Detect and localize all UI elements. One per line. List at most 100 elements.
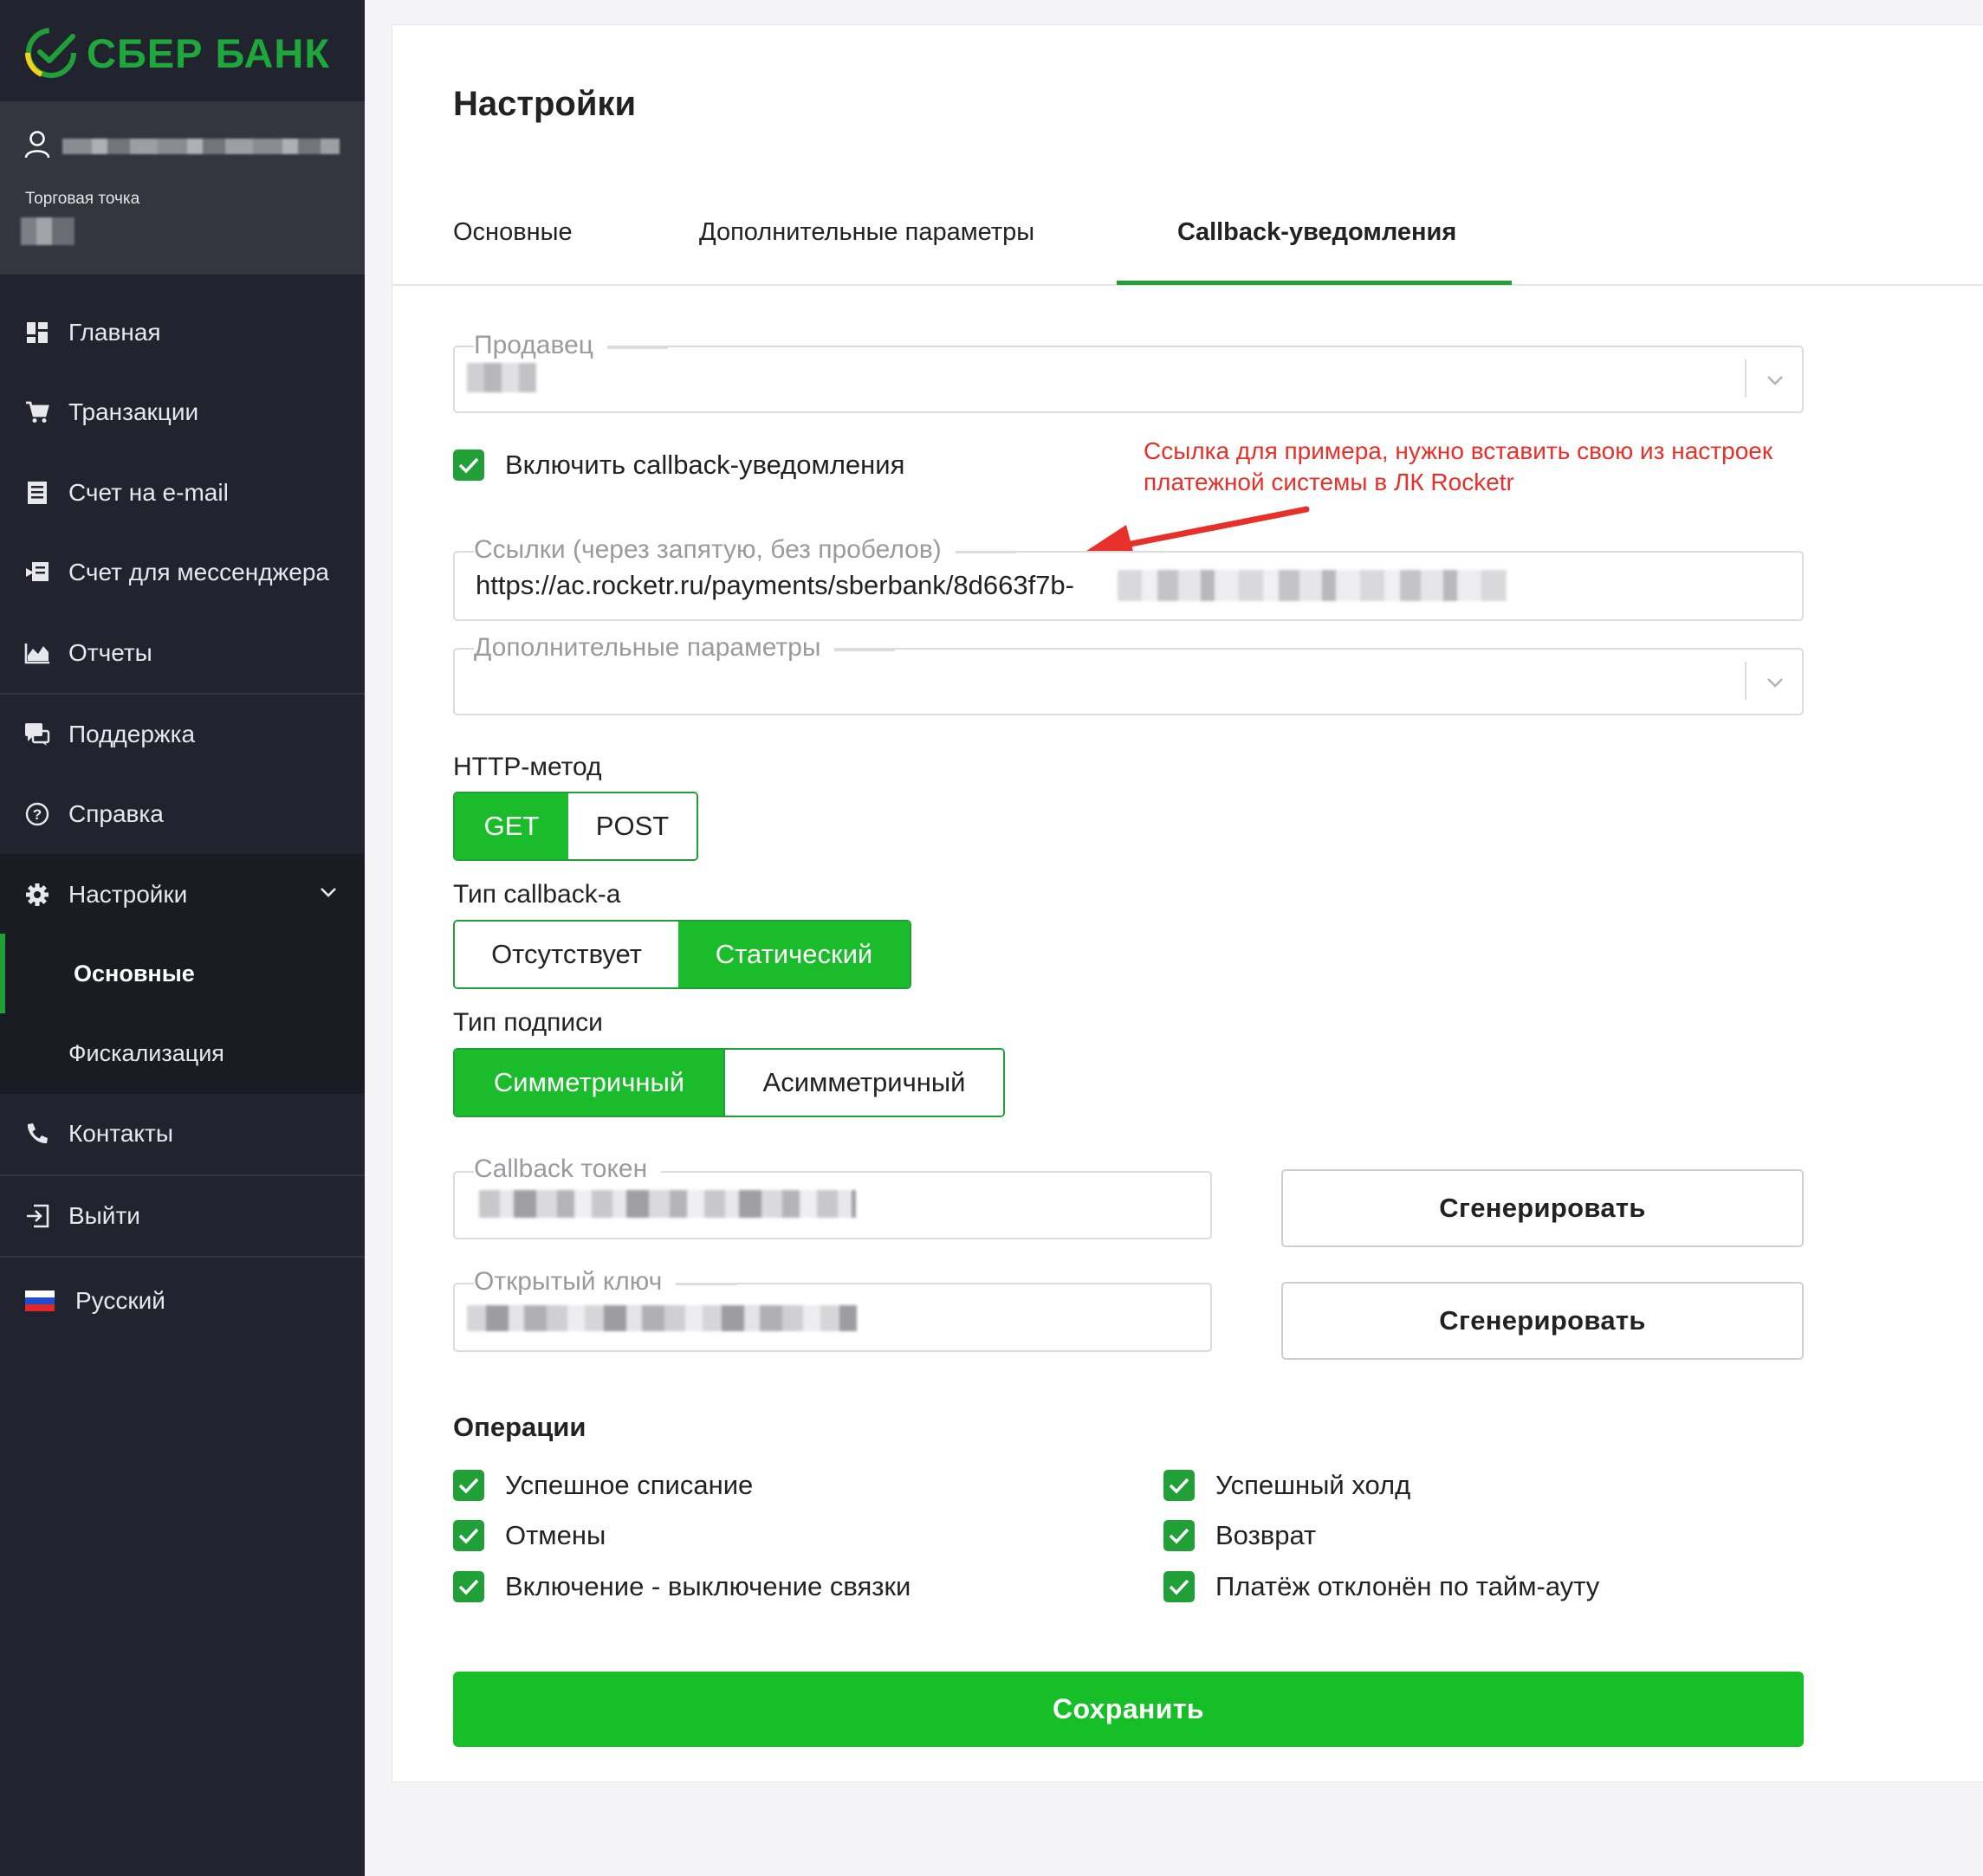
seller-label: Продавец bbox=[474, 333, 668, 359]
sidebar-item-label: Справка bbox=[68, 799, 164, 827]
messenger-invoice-icon bbox=[24, 560, 50, 585]
signature-type-label: Тип подписи bbox=[453, 1008, 603, 1037]
seller-select[interactable] bbox=[453, 346, 1804, 413]
sidebar-subitem-fiscalization[interactable]: Фискализация bbox=[0, 1013, 365, 1094]
callback-type-static-option[interactable]: Статический bbox=[678, 922, 910, 987]
callback-type-none-option[interactable]: Отсутствует bbox=[455, 922, 678, 987]
sidebar-item-messenger-invoice[interactable]: Счет для мессенджера bbox=[0, 532, 365, 612]
op-successful-debit-checkbox[interactable] bbox=[453, 1470, 484, 1501]
sidebar-item-support[interactable]: Поддержка bbox=[0, 694, 365, 774]
sidebar-item-label: Поддержка bbox=[68, 720, 196, 747]
generate-key-button[interactable]: Сгенерировать bbox=[1281, 1282, 1804, 1360]
select-divider bbox=[1745, 359, 1746, 398]
http-method-toggle: GET POST bbox=[453, 792, 698, 861]
sidebar-item-transactions[interactable]: Транзакции bbox=[0, 372, 365, 452]
settings-card bbox=[392, 24, 1983, 1782]
check-icon bbox=[1169, 1528, 1189, 1544]
help-icon: ? bbox=[24, 801, 50, 827]
http-get-option[interactable]: GET bbox=[455, 793, 568, 859]
user-icon bbox=[24, 131, 50, 158]
sidebar-item-settings[interactable]: Настройки bbox=[0, 854, 365, 935]
op-binding-toggle-checkbox[interactable] bbox=[453, 1571, 484, 1602]
callback-links-label: Ссылки (через запятую, без пробелов) bbox=[474, 537, 1016, 563]
svg-text:?: ? bbox=[33, 806, 42, 823]
check-icon bbox=[458, 1579, 479, 1595]
public-key-label: Открытый ключ bbox=[474, 1269, 737, 1295]
callback-token-redacted bbox=[479, 1190, 856, 1218]
shop-name-redacted bbox=[21, 217, 75, 245]
chevron-down-icon bbox=[321, 888, 336, 897]
sidebar-item-reports[interactable]: Отчеты bbox=[0, 612, 365, 693]
generate-token-button[interactable]: Сгенерировать bbox=[1281, 1169, 1804, 1247]
user-block[interactable]: Торговая точка bbox=[0, 101, 365, 275]
check-icon bbox=[1169, 1478, 1189, 1494]
callback-token-label: Callback токен bbox=[474, 1156, 723, 1182]
signature-symmetric-option[interactable]: Симметричный bbox=[455, 1050, 723, 1116]
check-icon bbox=[458, 1528, 479, 1544]
active-tab-indicator bbox=[1117, 281, 1512, 285]
annotation-line-1: Ссылка для примера, нужно вставить свою … bbox=[1144, 437, 1773, 464]
callback-links-value: https://ac.rocketr.ru/payments/sberbank/… bbox=[476, 570, 1074, 600]
sidebar-item-label: Транзакции bbox=[68, 398, 199, 425]
callback-type-label: Тип callback-а bbox=[453, 880, 621, 909]
sidebar-item-help[interactable]: ? Справка bbox=[0, 773, 365, 854]
op-cancellations-checkbox[interactable] bbox=[453, 1520, 484, 1551]
check-icon bbox=[1169, 1579, 1189, 1595]
op-refund-label: Возврат bbox=[1215, 1520, 1317, 1550]
http-post-option[interactable]: POST bbox=[568, 793, 697, 859]
tab-callback-notifications[interactable]: Callback-уведомления bbox=[1177, 218, 1456, 247]
signature-type-toggle: Симметричный Асимметричный bbox=[453, 1048, 1005, 1117]
enable-callbacks-checkbox[interactable] bbox=[453, 450, 484, 481]
op-timeout-declined-checkbox[interactable] bbox=[1163, 1571, 1195, 1602]
public-key-redacted bbox=[467, 1305, 857, 1331]
op-successful-hold-checkbox[interactable] bbox=[1163, 1470, 1195, 1501]
brand-logo[interactable]: СБЕР БАНК bbox=[24, 24, 330, 81]
op-cancellations-label: Отмены bbox=[505, 1520, 606, 1550]
user-name-redacted bbox=[62, 139, 340, 154]
chevron-down-icon bbox=[1767, 678, 1783, 688]
sidebar-item-label: Главная bbox=[68, 318, 161, 346]
gear-icon bbox=[24, 882, 50, 908]
cart-icon bbox=[24, 399, 50, 425]
callback-type-toggle: Отсутствует Статический bbox=[453, 920, 911, 989]
brand-name: СБЕР БАНК bbox=[87, 29, 331, 76]
chevron-down-icon bbox=[1767, 376, 1783, 385]
sidebar-item-logout[interactable]: Выйти bbox=[0, 1175, 365, 1256]
save-button[interactable]: Сохранить bbox=[453, 1672, 1804, 1747]
enable-callbacks-label: Включить callback-уведомления bbox=[505, 450, 905, 480]
op-refund-checkbox[interactable] bbox=[1163, 1520, 1195, 1551]
annotation-note: Ссылка для примера, нужно вставить свою … bbox=[1144, 436, 1772, 498]
op-successful-debit-label: Успешное списание bbox=[505, 1470, 754, 1500]
tab-basic[interactable]: Основные bbox=[453, 218, 573, 247]
sidebar-item-label: Счет для мессенджера bbox=[68, 558, 329, 585]
sidebar-item-label: Настройки bbox=[68, 880, 188, 908]
logout-icon bbox=[24, 1203, 50, 1229]
sidebar-subitem-basic[interactable]: Основные bbox=[0, 934, 365, 1014]
op-timeout-declined-label: Платёж отклонён по тайм-ауту bbox=[1215, 1571, 1600, 1601]
operations-title: Операции bbox=[453, 1412, 586, 1442]
phone-icon bbox=[24, 1121, 50, 1147]
signature-asymmetric-option[interactable]: Асимметричный bbox=[723, 1050, 1003, 1116]
annotation-line-2: платежной системы в ЛК Rocketr bbox=[1144, 469, 1514, 495]
sidebar-subitem-label: Фискализация bbox=[68, 1040, 224, 1066]
sidebar-item-label: Выйти bbox=[68, 1201, 140, 1229]
sidebar-subitem-label: Основные bbox=[74, 961, 195, 987]
sidebar: СБЕР БАНК Торговая точка Главная Транзак… bbox=[0, 0, 365, 1876]
language-label: Русский bbox=[75, 1286, 165, 1314]
op-successful-hold-label: Успешный холд bbox=[1215, 1470, 1411, 1500]
divider bbox=[0, 1256, 365, 1258]
op-binding-toggle-label: Включение - выключение связки bbox=[505, 1571, 911, 1601]
russia-flag-icon bbox=[24, 1288, 55, 1314]
language-switcher[interactable]: Русский bbox=[0, 1260, 365, 1341]
http-method-label: HTTP-метод bbox=[453, 753, 602, 781]
sidebar-item-home[interactable]: Главная bbox=[0, 292, 365, 372]
sidebar-item-contacts[interactable]: Контакты bbox=[0, 1093, 365, 1174]
sidebar-item-email-invoice[interactable]: Счет на e-mail bbox=[0, 452, 365, 533]
support-chat-icon bbox=[24, 721, 50, 747]
callback-links-redacted bbox=[1118, 570, 1507, 601]
user-role-label: Торговая точка bbox=[25, 190, 140, 208]
sber-logo-icon bbox=[24, 28, 76, 78]
invoice-icon bbox=[24, 480, 50, 506]
tab-extra-params[interactable]: Дополнительные параметры bbox=[699, 218, 1034, 247]
check-icon bbox=[458, 1478, 479, 1494]
